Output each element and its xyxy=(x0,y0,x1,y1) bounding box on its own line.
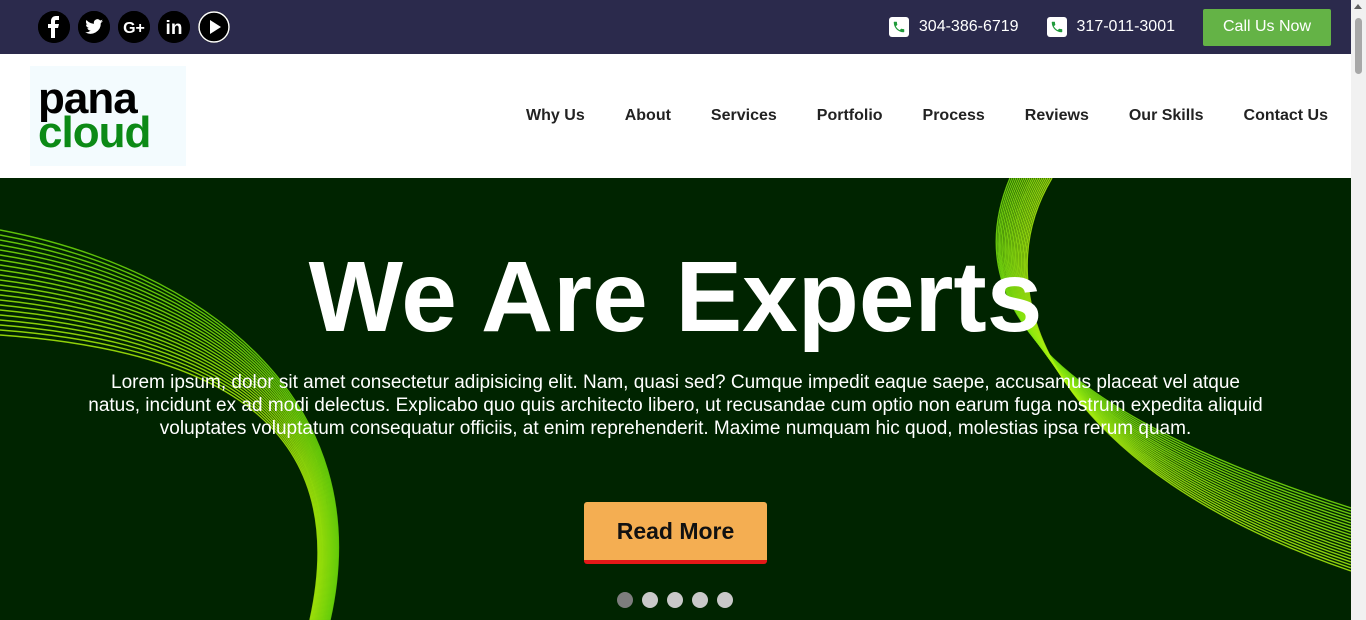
twitter-icon[interactable] xyxy=(78,11,110,43)
svg-text:in: in xyxy=(166,18,183,39)
phone-1[interactable]: 304-386-6719 xyxy=(888,17,1019,37)
hero-slider: We Are Experts Lorem ipsum, dolor sit am… xyxy=(0,178,1351,620)
top-bar: G+ in 304-386-6719 317-011-3001 Call Us … xyxy=(0,0,1351,54)
scroll-thumb[interactable] xyxy=(1355,18,1362,74)
slider-dot[interactable] xyxy=(667,592,683,608)
nav-about[interactable]: About xyxy=(625,107,671,125)
linkedin-icon[interactable]: in xyxy=(158,11,190,43)
logo-text-bottom: cloud xyxy=(38,108,151,157)
nav-services[interactable]: Services xyxy=(711,107,777,125)
nav-process[interactable]: Process xyxy=(923,107,985,125)
youtube-icon[interactable] xyxy=(198,11,230,43)
phone-number: 317-011-3001 xyxy=(1076,18,1175,35)
call-us-now-button[interactable]: Call Us Now xyxy=(1202,8,1331,46)
logo[interactable]: pana cloud xyxy=(30,66,186,166)
phone-icon xyxy=(888,17,909,37)
google-plus-icon[interactable]: G+ xyxy=(118,11,150,43)
slider-dot[interactable] xyxy=(692,592,708,608)
hero-title: We Are Experts xyxy=(308,241,1043,353)
nav-our-skills[interactable]: Our Skills xyxy=(1129,107,1204,125)
nav-contact-us[interactable]: Contact Us xyxy=(1244,107,1328,125)
nav-portfolio[interactable]: Portfolio xyxy=(817,107,883,125)
main-nav: Why Us About Services Portfolio Process … xyxy=(526,107,1328,125)
page-scrollbar[interactable] xyxy=(1351,0,1366,620)
contact-info: 304-386-6719 317-011-3001 Call Us Now xyxy=(888,8,1331,46)
svg-text:G+: G+ xyxy=(123,20,145,37)
slider-dot[interactable] xyxy=(642,592,658,608)
nav-reviews[interactable]: Reviews xyxy=(1025,107,1089,125)
site-header: pana cloud Why Us About Services Portfol… xyxy=(0,54,1351,178)
facebook-icon[interactable] xyxy=(38,11,70,43)
phone-2[interactable]: 317-011-3001 xyxy=(1046,17,1175,37)
nav-why-us[interactable]: Why Us xyxy=(526,107,585,125)
slider-dot[interactable] xyxy=(717,592,733,608)
social-links: G+ in xyxy=(38,11,230,43)
read-more-button[interactable]: Read More xyxy=(584,502,767,564)
slider-dot[interactable] xyxy=(617,592,633,608)
scroll-up-arrow-icon[interactable] xyxy=(1354,4,1362,9)
hero-description: Lorem ipsum, dolor sit amet consectetur … xyxy=(88,372,1263,439)
slider-dots xyxy=(617,592,733,608)
phone-icon xyxy=(1046,17,1067,37)
phone-number: 304-386-6719 xyxy=(918,18,1019,35)
